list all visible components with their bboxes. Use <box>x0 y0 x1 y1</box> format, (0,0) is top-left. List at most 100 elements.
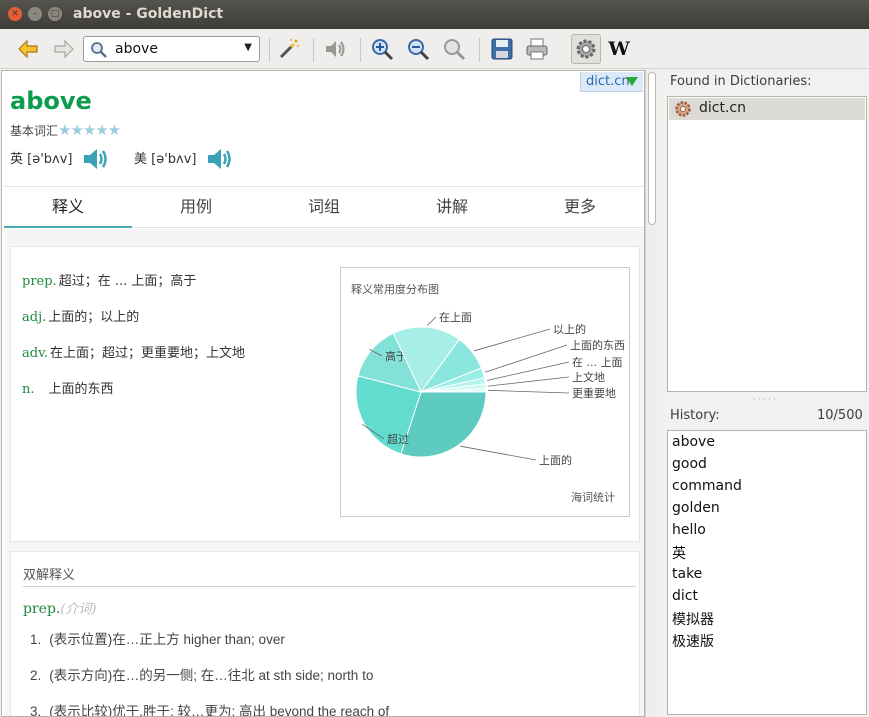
pie-leader-line <box>427 316 437 326</box>
forward-arrow-icon <box>54 39 74 59</box>
definitions-card: prep. 超过；在 ... 上面；高于 adj. 上面的；以上的 adv. 在上面；… <box>10 246 640 542</box>
dropdown-arrow-icon[interactable]: ▼ <box>244 42 252 53</box>
back-arrow-icon <box>18 39 38 59</box>
sense-number: 3. <box>30 704 42 717</box>
history-item[interactable]: dict <box>672 588 698 604</box>
forward-button[interactable] <box>50 35 78 63</box>
sense-number: 1. <box>30 632 42 647</box>
pie-label: 超过 <box>387 432 409 446</box>
sense-item: 3. (表示比较)优于,胜于; 较…更为; 高出 beyond the reach… <box>30 700 389 717</box>
dictionary-gear-icon <box>675 101 691 117</box>
history-item[interactable]: good <box>672 456 707 472</box>
definition-text: 上面的；以上的 <box>48 310 140 325</box>
bilingual-pos-note: (介词) <box>60 602 97 617</box>
chart-title: 释义常用度分布图 <box>351 282 439 296</box>
history-item[interactable]: 模拟器 <box>672 609 714 629</box>
history-item[interactable]: command <box>672 478 742 494</box>
toolbar-separator <box>479 38 480 62</box>
pie-leader-line <box>487 389 570 394</box>
article-scrollbar[interactable] <box>645 70 657 717</box>
zoom-out-button[interactable] <box>404 35 432 63</box>
close-button[interactable]: ✕ <box>8 7 22 21</box>
uk-speaker-icon[interactable] <box>82 147 112 171</box>
pie-leader-line <box>460 445 537 461</box>
article-view: dict.cn above 基本词汇★★★★★ 英 [ə'bʌv] 美 [ə'b… <box>1 70 645 717</box>
pie-leader-line <box>486 361 570 381</box>
found-dictionary-name: dict.cn <box>699 100 746 116</box>
divider <box>23 586 635 587</box>
pie-label: 更重要地 <box>572 386 616 400</box>
preferences-button[interactable] <box>571 34 601 64</box>
back-button[interactable] <box>14 35 42 63</box>
tab-explanation[interactable]: 讲解 <box>388 187 516 227</box>
sense-text: (表示位置)在…正上方 higher than; over <box>49 632 285 647</box>
scan-popup-button[interactable] <box>275 35 303 63</box>
part-of-speech: adj. <box>22 310 47 325</box>
sense-item: 1. (表示位置)在…正上方 higher than; over <box>30 628 285 648</box>
usage-pie-chart: 释义常用度分布图 海词统计 上面的 超过 高于 在上面 以上的 上面的东西在 ... 上面… <box>340 267 630 517</box>
pie-chart-svg: 释义常用度分布图 海词统计 上面的超过高于在上面以上的上面的东西在 ... 上面… <box>351 282 625 504</box>
minimize-button[interactable]: – <box>28 7 42 21</box>
toolbar-separator <box>269 38 270 62</box>
pie-leader-line <box>484 344 568 373</box>
search-input[interactable] <box>115 40 235 58</box>
panel-splitter[interactable]: · · · · · <box>660 396 869 404</box>
sense-text: (表示方向)在…的另一侧; 在…往北 at sth side; north to <box>49 668 374 683</box>
tab-more[interactable]: 更多 <box>516 187 644 227</box>
history-item[interactable]: 极速版 <box>672 631 714 651</box>
definition-row: n. 上面的东西 <box>22 378 114 397</box>
history-item[interactable]: above <box>672 434 715 450</box>
history-item[interactable]: hello <box>672 522 706 538</box>
dictionary-badge[interactable]: dict.cn <box>580 72 643 92</box>
bilingual-card: 双解释义 prep.(介词) 1. (表示位置)在…正上方 higher than… <box>10 551 640 717</box>
pronounce-button[interactable] <box>321 35 349 63</box>
bilingual-pos-text: prep. <box>23 601 61 617</box>
bilingual-pos: prep.(介词) <box>23 598 97 617</box>
pie-label: 上文地 <box>572 370 605 384</box>
section-tabs: 释义 用例 词组 讲解 更多 <box>4 186 644 228</box>
magic-wand-icon <box>279 39 299 59</box>
save-button[interactable] <box>488 35 516 63</box>
wikipedia-icon[interactable]: W <box>605 35 633 63</box>
found-in-dictionaries-label: Found in Dictionaries: <box>670 74 812 89</box>
search-combobox[interactable]: ▼ <box>83 36 260 62</box>
window-title: above - GoldenDict <box>73 6 224 22</box>
print-button[interactable] <box>523 35 551 63</box>
sense-number: 2. <box>30 668 42 683</box>
print-icon <box>526 38 548 60</box>
zoom-out-icon <box>408 39 430 61</box>
definition-text: 上面的东西 <box>48 382 114 397</box>
tab-phrases[interactable]: 词组 <box>260 187 388 227</box>
us-speaker-icon[interactable] <box>206 147 236 171</box>
toolbar: ▼ W <box>0 29 869 69</box>
maximize-button[interactable]: □ <box>48 7 62 21</box>
definition-text: 在上面；超过；更重要地；上文地 <box>50 346 246 361</box>
history-item[interactable]: take <box>672 566 702 582</box>
bilingual-heading: 双解释义 <box>23 568 76 583</box>
history-item[interactable]: 英 <box>672 543 686 563</box>
collapse-arrow-icon[interactable] <box>626 77 638 86</box>
settings-icon <box>576 39 596 59</box>
scrollbar-thumb[interactable] <box>648 72 656 225</box>
history-count: 10/500 <box>817 408 863 423</box>
found-dictionary-item[interactable]: dict.cn <box>669 98 865 120</box>
chart-source: 海词统计 <box>571 490 615 504</box>
definition-row: adj. 上面的；以上的 <box>22 306 139 325</box>
zoom-in-button[interactable] <box>368 35 396 63</box>
save-icon <box>491 38 513 60</box>
found-dictionaries-list: dict.cn <box>667 96 867 392</box>
definition-text: 超过；在 ... 上面；高于 <box>58 274 197 289</box>
star-rating: ★★★★★ <box>58 121 121 139</box>
zoom-in-icon <box>372 39 394 61</box>
tab-definitions[interactable]: 释义 <box>4 187 132 228</box>
zoom-reset-button[interactable] <box>440 35 468 63</box>
pie-label: 在 ... 上面 <box>572 356 622 369</box>
zoom-reset-icon <box>444 39 466 61</box>
history-item[interactable]: golden <box>672 500 720 516</box>
word-level-label: 基本词汇 <box>10 124 59 138</box>
part-of-speech: n. <box>22 382 35 397</box>
tab-examples[interactable]: 用例 <box>132 187 260 227</box>
sense-item: 2. (表示方向)在…的另一侧; 在…往北 at sth side; north … <box>30 664 373 684</box>
definition-row: adv. 在上面；超过；更重要地；上文地 <box>22 342 245 361</box>
pie-leader-line <box>473 328 551 352</box>
